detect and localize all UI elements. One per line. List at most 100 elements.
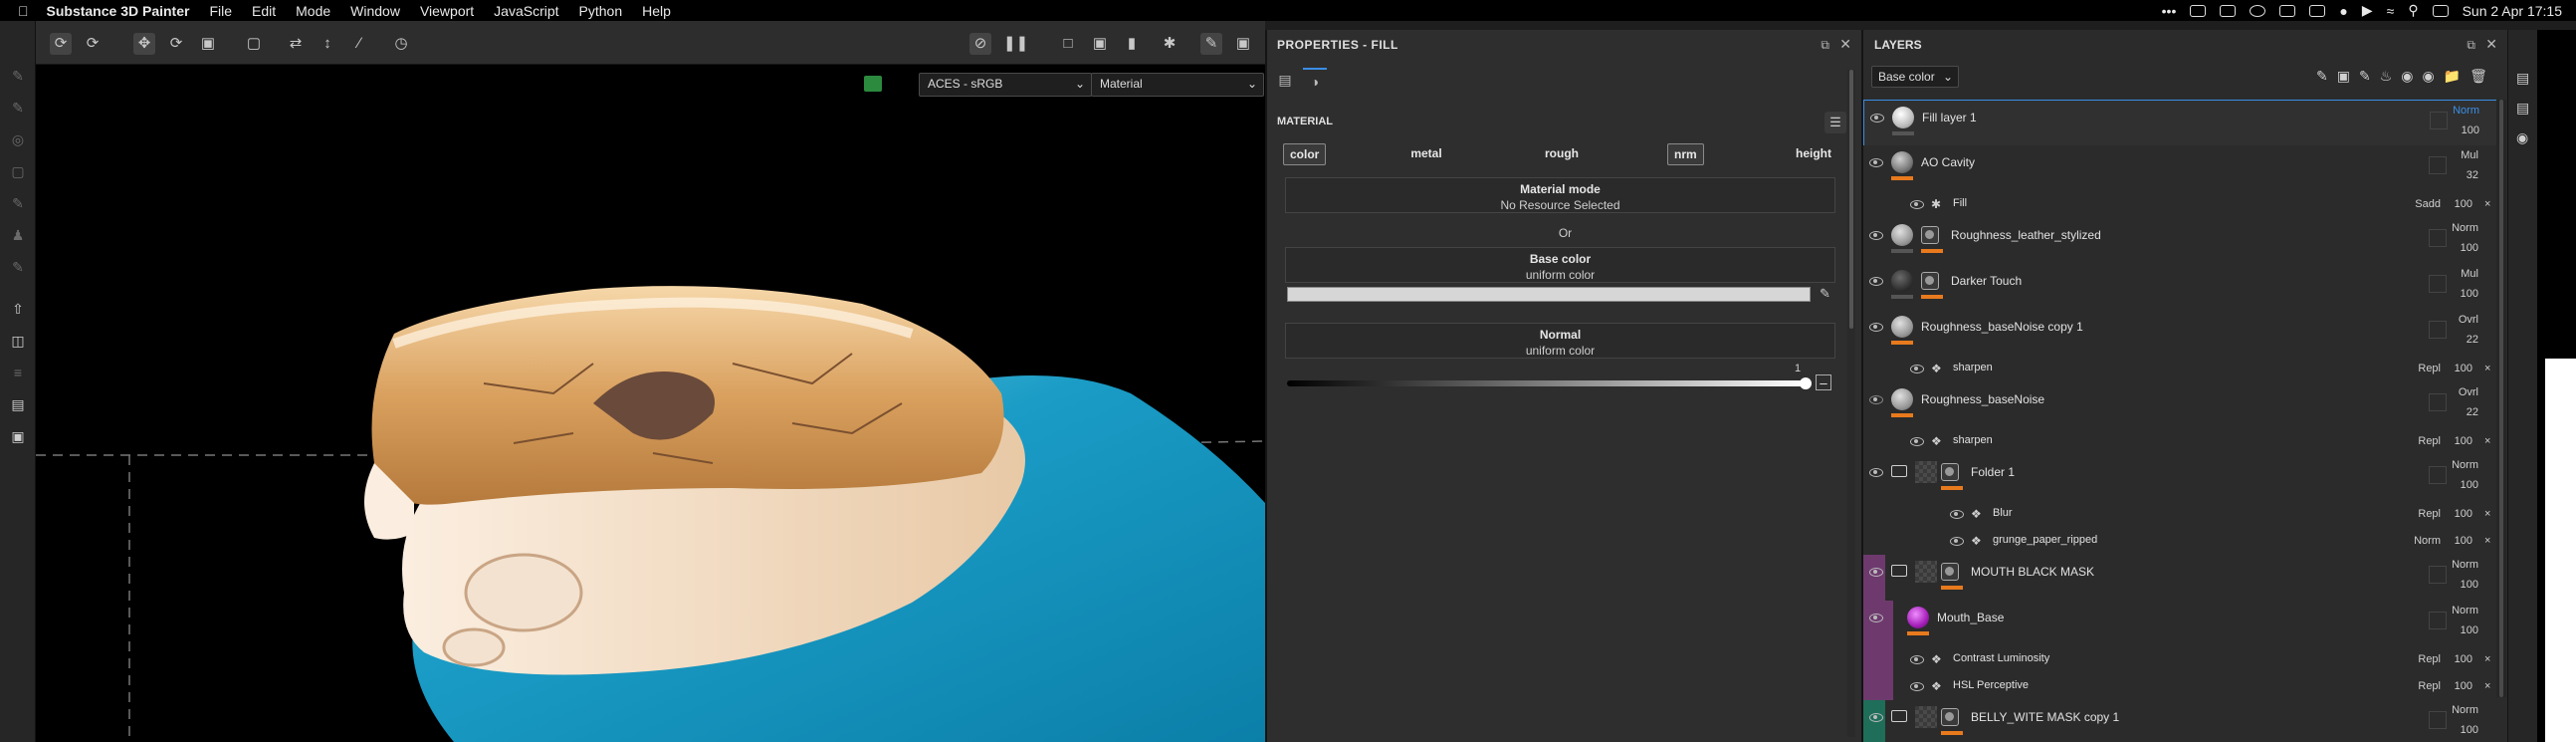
float-panel-icon[interactable]: ⧉ [2467,38,2475,53]
effect-row[interactable]: ❖ grunge_paper_ripped Norm 100 × [1863,528,2498,556]
layer-opacity[interactable]: 100 [2433,198,2472,210]
menubar-extra-icon-3[interactable] [2309,4,2326,17]
channel-rough-button[interactable]: rough [1542,143,1582,163]
app-name-menu[interactable]: Substance 3D Painter [47,3,190,19]
layer-opacity[interactable]: 100 [2440,124,2479,136]
layer-name[interactable]: Roughness_baseNoise [1921,392,2044,406]
visibility-eye-icon[interactable] [1950,537,1964,546]
menu-file[interactable]: File [209,3,232,19]
add-mask-icon[interactable]: ▣ [2337,68,2350,85]
rotate-tool-icon[interactable]: ⟳ [165,33,187,55]
visibility-eye-icon[interactable] [1869,277,1883,286]
close-icon[interactable]: ✕ [2485,36,2497,53]
remove-effect-icon[interactable]: × [2484,198,2490,210]
eyedropper-icon[interactable]: ✎ [1820,286,1830,302]
render-icon[interactable]: ▣ [1089,33,1111,55]
pause-icon[interactable]: ❚❚ [1003,33,1028,55]
base-color-swatch[interactable] [1287,287,1811,302]
remove-effect-icon[interactable]: × [2484,653,2490,665]
menu-help[interactable]: Help [642,3,671,19]
add-paint-layer-icon[interactable]: ✎ [2359,68,2371,85]
layer-opacity[interactable]: 100 [2439,288,2478,300]
add-smart-material-icon[interactable]: ◉ [2401,68,2413,85]
menu-edit[interactable]: Edit [252,3,276,19]
screenshot-icon[interactable]: ▣ [1232,33,1254,55]
blend-mode[interactable]: Ovrl [2439,314,2478,326]
menu-javascript[interactable]: JavaScript [494,3,558,19]
layer-name[interactable]: sharpen [1953,362,1993,373]
layer-opacity[interactable]: 100 [2439,242,2478,254]
mask-thumbnail[interactable] [1941,463,1959,481]
layer-row[interactable]: Folder 1 Norm 100 [1863,455,2498,502]
3d-viewport[interactable]: ACES - sRGB ⌄ Material ⌄ [36,65,1265,742]
menubar-clock[interactable]: Sun 2 Apr 17:15 [2463,3,2562,19]
visibility-eye-icon[interactable] [1869,468,1883,477]
menu-window[interactable]: Window [350,3,400,19]
channel-metal-button[interactable]: metal [1406,143,1446,163]
smudge-icon[interactable]: ✎ [9,194,27,212]
mask-thumbnail[interactable] [1941,563,1959,581]
layer-name[interactable]: Fill [1953,197,1967,209]
layer-name[interactable]: Folder 1 [1971,465,2015,479]
layer-name[interactable]: grunge_paper_ripped [1993,534,2097,546]
snap-icon[interactable]: ∕ [348,33,370,55]
visibility-eye-icon[interactable] [1869,568,1883,577]
shield-icon[interactable] [2279,4,2296,17]
add-fill-layer-icon[interactable]: ♨ [2380,68,2393,85]
layer-opacity[interactable]: 32 [2439,169,2478,181]
normal-box[interactable]: Normal uniform color [1285,323,1835,359]
effect-row[interactable]: ❖ Contrast Luminosity Repl 100 × [1863,646,2498,674]
measure-icon[interactable]: ≡ [9,364,27,381]
visibility-eye-icon[interactable] [1869,614,1883,622]
material-mode-box[interactable]: Material mode No Resource Selected [1285,177,1835,213]
blend-mode[interactable]: Ovrl [2439,386,2478,398]
visibility-eye-icon[interactable] [1869,323,1883,332]
layer-row[interactable]: MOUTH BLACK MASK Norm 100 [1863,555,2498,602]
add-folder-icon[interactable]: 📁 [2444,68,2461,85]
menu-mode[interactable]: Mode [296,3,330,19]
menu-viewport[interactable]: Viewport [420,3,474,19]
visibility-eye-icon[interactable] [1869,713,1883,722]
delete-layer-icon[interactable]: 🗑 [2469,68,2487,85]
layer-opacity[interactable]: 100 [2433,653,2472,665]
folder-icon[interactable] [1891,565,1907,577]
base-color-box[interactable]: Base color uniform color [1285,247,1835,283]
visibility-eye-icon[interactable] [1910,200,1924,209]
search-icon[interactable]: ⚲ [2408,2,2418,19]
add-fill-icon[interactable]: ◉ [2422,68,2434,85]
remove-effect-icon[interactable]: × [2484,680,2490,692]
float-panel-icon[interactable]: ⧉ [1821,38,1829,53]
camera-icon[interactable]: ▮ [1121,33,1143,55]
channel-select[interactable]: Base color ⌄ [1871,66,1959,88]
layer-opacity[interactable]: 100 [2433,535,2472,547]
blend-mode[interactable]: Norm [2439,222,2478,234]
menubar-extra-icon[interactable] [2190,4,2207,17]
layer-name[interactable]: Fill layer 1 [1922,111,1977,124]
effect-row[interactable]: ❖ Blur Repl 100 × [1863,501,2498,529]
visibility-eye-icon[interactable] [1910,365,1924,373]
layers-dock-icon[interactable]: ▤ [2516,70,2529,87]
layer-opacity[interactable]: 100 [2439,579,2478,591]
layer-row[interactable]: Darker Touch Mul 100 [1863,264,2498,311]
visibility-eye-icon[interactable] [1870,114,1884,123]
layer-opacity[interactable]: 22 [2439,334,2478,346]
mirror-icon[interactable]: ⇄ [285,33,307,55]
more-icon[interactable]: ••• [2162,3,2177,19]
effect-row[interactable]: ❖ sharpen Repl 100 × [1863,356,2498,383]
bake-icon[interactable]: ◫ [9,332,27,350]
layer-opacity[interactable]: 100 [2439,724,2478,736]
layer-name[interactable]: MOUTH BLACK MASK [1971,565,2094,579]
layer-row[interactable]: Mouth_Base Norm 100 [1863,601,2498,647]
layer-row[interactable]: Roughness_leather_stylized Norm 100 [1863,218,2498,265]
slider-handle[interactable] [1800,377,1812,389]
paint-brush-icon[interactable]: ✎ [9,67,27,85]
layer-name[interactable]: Roughness_baseNoise copy 1 [1921,320,2083,334]
folder-icon[interactable] [1891,710,1907,722]
clone-icon[interactable]: ♟ [9,226,27,244]
remove-effect-icon[interactable]: × [2484,435,2490,447]
normal-slider[interactable] [1287,380,1806,386]
history-icon[interactable]: ◷ [390,33,412,55]
mask-thumbnail[interactable] [1941,708,1959,726]
layer-name[interactable]: Darker Touch [1951,274,2022,288]
folder-icon[interactable] [1891,465,1907,477]
